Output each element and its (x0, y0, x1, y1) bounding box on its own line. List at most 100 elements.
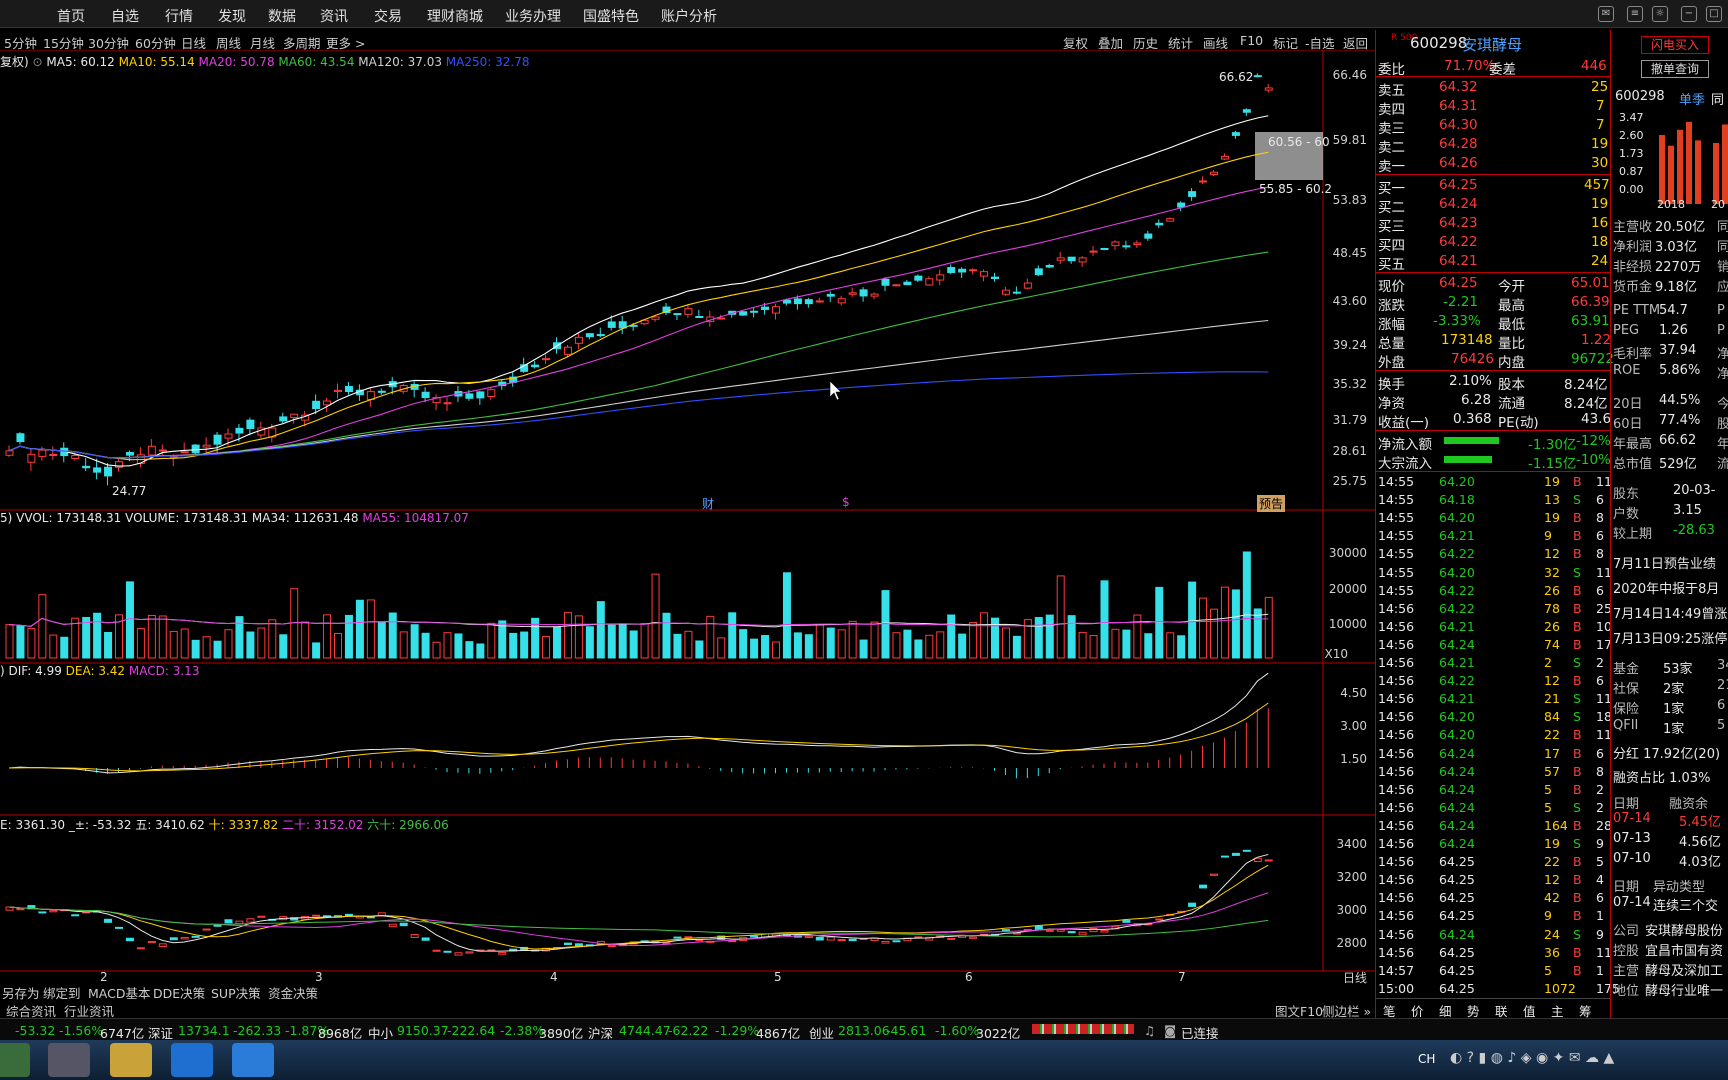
menu-guosheng[interactable]: 国盛特色 (583, 6, 639, 26)
menu-quotes[interactable]: 行情 (165, 6, 193, 26)
ask-row[interactable]: 卖一 64.26 30 (1376, 154, 1610, 175)
cy-value: 2813.06 (838, 1023, 890, 1038)
volume-bar (980, 612, 989, 659)
tab-save-as[interactable]: 另存为 (2, 983, 40, 1002)
tick-cell: 14:56 (1378, 691, 1415, 707)
menu-icon[interactable]: ≡ (1627, 6, 1643, 22)
tick-row: 14:56 64.24 5 S 2 (1376, 799, 1610, 817)
flash-buy-button[interactable]: 闪电买入 (1641, 36, 1709, 54)
menu-trade[interactable]: 交易 (374, 6, 402, 26)
menu-watchlist[interactable]: 自选 (111, 6, 139, 26)
tab-link[interactable]: 联 (1495, 1001, 1508, 1020)
folder-icon[interactable] (110, 1043, 152, 1077)
ask-row[interactable]: 卖三 64.30 7 (1376, 116, 1610, 137)
candle (739, 311, 748, 316)
menu-home[interactable]: 首页 (57, 6, 85, 26)
season-toggle[interactable]: 单季 (1679, 89, 1705, 108)
ime-icon[interactable]: CH (1418, 1052, 1435, 1066)
candle (826, 293, 835, 297)
menu-account-analysis[interactable]: 账户分析 (661, 6, 717, 26)
tick-cell: S (1573, 836, 1581, 851)
tick-cell: 78 (1544, 600, 1560, 616)
tick-cell: 64.25 (1439, 854, 1475, 870)
tool-f10[interactable]: F10 (1240, 33, 1263, 48)
tick-cell: S (1573, 492, 1581, 508)
stock-name[interactable]: 安琪酵母 (1462, 34, 1522, 55)
menu-business[interactable]: 业务办理 (505, 6, 561, 26)
stock-app-icon[interactable] (171, 1043, 213, 1077)
app-icon[interactable] (48, 1043, 90, 1077)
app-icon[interactable] (0, 1043, 30, 1077)
tab-dde[interactable]: DDE决策 (153, 983, 205, 1002)
menu-news[interactable]: 资讯 (320, 6, 348, 26)
tab-value[interactable]: 值 (1523, 1001, 1536, 1020)
candle (695, 316, 704, 319)
candle (596, 334, 605, 337)
tab-main[interactable]: 主 (1551, 1001, 1564, 1020)
headset-icon[interactable]: ♫ (1144, 1023, 1155, 1038)
cancel-query-button[interactable]: 撤单查询 (1641, 60, 1709, 78)
axis-label: 35.32 (1332, 377, 1367, 391)
tab-sup[interactable]: SUP决策 (211, 983, 261, 1002)
tab-trades[interactable]: 笔 (1383, 1001, 1396, 1020)
tick-row: 14:56 64.25 36 B 11 (1376, 944, 1612, 962)
volume-bar (837, 629, 846, 659)
candle (5, 450, 14, 456)
tab-bind[interactable]: 绑定到 (43, 983, 81, 1002)
finance-marker[interactable]: 财 (702, 495, 714, 512)
menu-discover[interactable]: 发现 (218, 6, 246, 26)
volume-bar (947, 614, 956, 659)
tick-cell: 64.24 (1439, 799, 1475, 815)
market-breadth-bar (1032, 1024, 1134, 1034)
tick-cell: 64.24 (1439, 836, 1475, 851)
volume-bar (104, 631, 113, 659)
index-candle (443, 950, 452, 953)
wps-icon[interactable] (232, 1043, 274, 1077)
volume-bar (377, 622, 386, 659)
candle (49, 453, 58, 456)
tab-price[interactable]: 价 (1411, 1001, 1424, 1020)
candle (1100, 248, 1109, 251)
candle (936, 274, 945, 281)
bid-row[interactable]: 买二 64.24 19 (1376, 195, 1610, 216)
axis-label: 20000 (1328, 582, 1367, 596)
ask-row[interactable]: 卖二 64.28 19 (1376, 135, 1610, 156)
volume-bar (410, 624, 419, 659)
dividend-marker[interactable]: $ (842, 495, 850, 509)
minimize-icon[interactable]: − (1681, 6, 1697, 22)
tab-trend[interactable]: 势 (1467, 1001, 1480, 1020)
candle (947, 267, 956, 273)
ask-row[interactable]: 卖五 64.32 25 (1376, 78, 1610, 99)
tab-chips[interactable]: 筹 (1579, 1001, 1592, 1020)
ask-row[interactable]: 卖四 64.31 7 (1376, 97, 1610, 118)
axis-label: 25.75 (1332, 474, 1367, 488)
tick-row: 14:55 64.20 19 B 8 (1376, 509, 1610, 527)
tab-fund[interactable]: 资金决策 (268, 983, 318, 1002)
tick-cell: 164 (1544, 817, 1568, 833)
forecast-marker[interactable]: 预告 (1257, 495, 1286, 512)
volume-bar (804, 634, 813, 659)
tick-cell: 1 (1596, 962, 1604, 978)
menu-wealth-mall[interactable]: 理财商城 (427, 6, 483, 26)
volume-bar (520, 631, 529, 659)
index-candle (136, 947, 145, 950)
tray-icons[interactable]: ◐ ? ▮ ◍ ♪ ◈ ◉ ✦ ✉ ☁ ▲ (1450, 1050, 1614, 1066)
tab-detail[interactable]: 细 (1439, 1001, 1452, 1020)
skin-icon[interactable]: ☼ (1652, 6, 1668, 22)
menu-data[interactable]: 数据 (268, 6, 296, 26)
tick-cell: B (1573, 781, 1582, 797)
index-candle (662, 942, 671, 945)
bid-row[interactable]: 买三 64.23 16 (1376, 214, 1610, 235)
bid-row[interactable]: 买一 64.25 457 (1376, 176, 1610, 197)
volume-bar (925, 634, 934, 659)
tick-list[interactable]: 14:55 64.20 19 B 11 14:55 64.18 13 S 6 14:55 64.20 1… (1376, 473, 1620, 998)
candle (531, 364, 540, 368)
tick-cell: B (1573, 872, 1582, 888)
tab-macd[interactable]: MACD基本 (88, 983, 150, 1002)
bid-row[interactable]: 买五 64.21 24 (1376, 252, 1610, 273)
tick-cell: 14:56 (1378, 908, 1415, 924)
bid-row[interactable]: 买四 64.22 18 (1376, 233, 1610, 254)
message-icon[interactable]: ✉ (1598, 6, 1614, 22)
maximize-icon[interactable]: □ (1706, 6, 1722, 22)
candle (958, 268, 967, 273)
